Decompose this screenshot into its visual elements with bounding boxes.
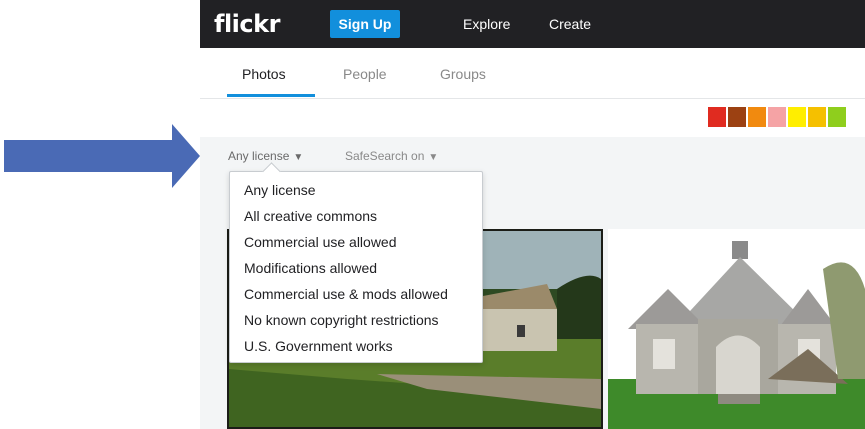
caret-down-icon: ▼ bbox=[428, 152, 439, 163]
sign-up-button[interactable]: Sign Up bbox=[330, 10, 400, 38]
tab-people[interactable]: People bbox=[343, 66, 387, 82]
color-swatch[interactable] bbox=[748, 107, 766, 127]
nav-explore-link[interactable]: Explore bbox=[463, 16, 510, 32]
license-option-us-government[interactable]: U.S. Government works bbox=[244, 338, 393, 354]
tab-photos[interactable]: Photos bbox=[242, 66, 286, 82]
safesearch-label: SafeSearch on bbox=[345, 149, 425, 163]
license-dropdown-menu: Any license All creative commons Commerc… bbox=[229, 162, 483, 363]
nav-create-link[interactable]: Create bbox=[549, 16, 591, 32]
color-swatch[interactable] bbox=[728, 107, 746, 127]
photo-old-church bbox=[608, 229, 865, 429]
license-filter-label: Any license bbox=[228, 149, 290, 163]
license-filter-dropdown[interactable]: Any license ▼ bbox=[228, 149, 303, 163]
license-option-any[interactable]: Any license bbox=[244, 182, 316, 198]
safesearch-dropdown[interactable]: SafeSearch on ▼ bbox=[345, 149, 438, 163]
color-swatch[interactable] bbox=[768, 107, 786, 127]
active-tab-indicator bbox=[227, 94, 315, 97]
color-filter-strip bbox=[708, 107, 846, 127]
license-option-modifications[interactable]: Modifications allowed bbox=[244, 260, 377, 276]
license-option-creative-commons[interactable]: All creative commons bbox=[244, 208, 377, 224]
flickr-logo[interactable]: flickr bbox=[214, 10, 280, 38]
caret-down-icon: ▼ bbox=[293, 152, 304, 163]
license-option-commercial[interactable]: Commercial use allowed bbox=[244, 234, 397, 250]
photo-result[interactable] bbox=[608, 229, 865, 429]
color-swatch[interactable] bbox=[788, 107, 806, 127]
search-tabs: Photos People Groups bbox=[200, 48, 865, 99]
tab-groups[interactable]: Groups bbox=[440, 66, 486, 82]
top-navigation-bar: flickr Sign Up Explore Create bbox=[200, 0, 865, 48]
license-option-no-copyright[interactable]: No known copyright restrictions bbox=[244, 312, 439, 328]
color-swatch[interactable] bbox=[808, 107, 826, 127]
annotation-arrow bbox=[4, 124, 200, 188]
color-swatch[interactable] bbox=[708, 107, 726, 127]
color-swatch[interactable] bbox=[828, 107, 846, 127]
license-option-commercial-mods[interactable]: Commercial use & mods allowed bbox=[244, 286, 448, 302]
